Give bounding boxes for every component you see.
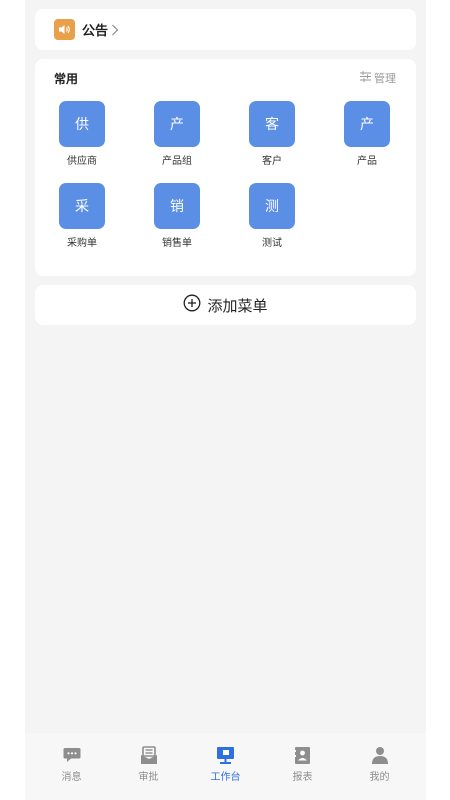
- bottom-tab-bar: 消息 审批 工作台 报表 我的: [25, 733, 426, 800]
- app-label: 测试: [262, 238, 282, 249]
- user-icon: [369, 745, 391, 765]
- tab-workbench[interactable]: 工作台: [196, 745, 256, 800]
- app-grid: 供 供应商 产 产品组 客 客户 产 产品 采 采购单 销 销售单 测 测试: [35, 59, 416, 276]
- app-customer[interactable]: 客 客户: [242, 101, 302, 167]
- tab-reports[interactable]: 报表: [273, 745, 333, 800]
- tab-messages[interactable]: 消息: [42, 745, 102, 800]
- speaker-icon: [54, 19, 75, 40]
- app-supplier[interactable]: 供 供应商: [52, 101, 112, 167]
- app-label: 客户: [262, 156, 282, 167]
- app-tile: 测: [249, 183, 295, 229]
- tab-label: 审批: [138, 772, 159, 783]
- tab-profile[interactable]: 我的: [350, 745, 410, 800]
- app-tile: 供: [59, 101, 105, 147]
- app-label: 供应商: [67, 156, 97, 167]
- chevron-right-icon: [111, 24, 119, 36]
- app-label: 产品: [357, 156, 377, 167]
- app-screen: 公告 常用 管理 供 供应商 产 产品组 客 客户 产 产品 采 采购单 销 销…: [25, 0, 426, 800]
- approval-icon: [138, 745, 160, 765]
- plus-circle-icon: [183, 294, 201, 316]
- app-tile: 产: [154, 101, 200, 147]
- workbench-icon: [215, 745, 237, 765]
- chat-bubble-icon: [61, 745, 83, 765]
- common-apps-card: 常用 管理 供 供应商 产 产品组 客 客户 产 产品 采 采购单 销 销售单 …: [35, 59, 416, 276]
- add-menu-label: 添加菜单: [207, 296, 268, 315]
- app-tile: 销: [154, 183, 200, 229]
- tab-label: 消息: [61, 772, 82, 783]
- tab-label: 我的: [369, 772, 390, 783]
- app-product[interactable]: 产 产品: [337, 101, 397, 167]
- tab-label: 工作台: [210, 772, 241, 783]
- app-tile: 采: [59, 183, 105, 229]
- tab-label: 报表: [292, 772, 313, 783]
- announcement-title: 公告: [82, 24, 109, 39]
- app-sales-order[interactable]: 销 销售单: [147, 183, 207, 249]
- app-tile: 产: [344, 101, 390, 147]
- add-menu-button[interactable]: 添加菜单: [35, 285, 416, 325]
- report-icon: [292, 745, 314, 765]
- app-label: 产品组: [162, 156, 192, 167]
- app-purchase-order[interactable]: 采 采购单: [52, 183, 112, 249]
- app-label: 销售单: [162, 238, 192, 249]
- app-label: 采购单: [67, 238, 97, 249]
- app-tile: 客: [249, 101, 295, 147]
- tab-approval[interactable]: 审批: [119, 745, 179, 800]
- app-product-group[interactable]: 产 产品组: [147, 101, 207, 167]
- announcement-bar[interactable]: 公告: [35, 9, 416, 50]
- app-test[interactable]: 测 测试: [242, 183, 302, 249]
